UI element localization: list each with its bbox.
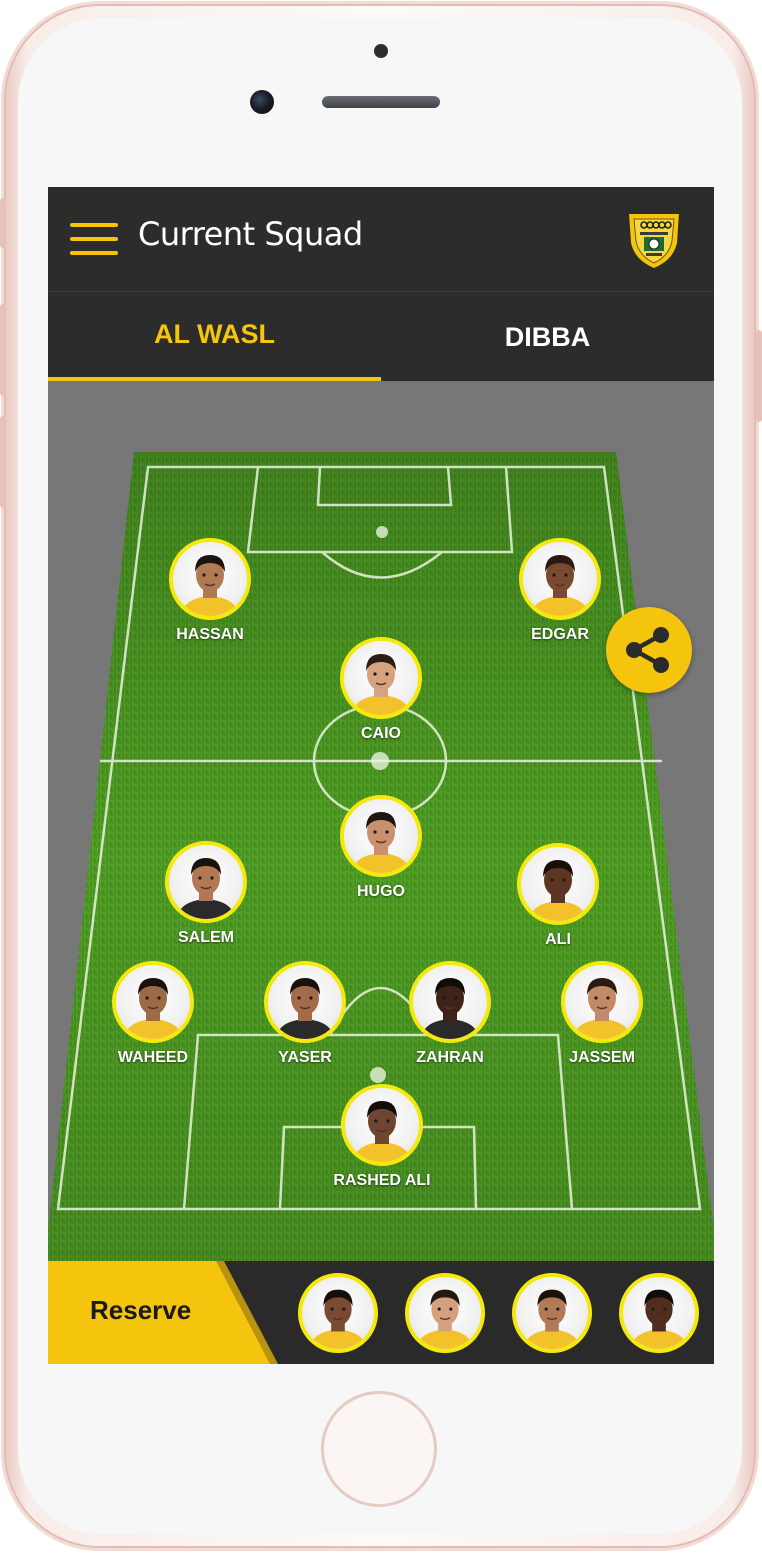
player-photo [264, 961, 346, 1043]
player-name: HASSAN [176, 626, 244, 643]
app-screen: Current Squad AL WASL DIBBA HASSAN EDGAR… [48, 187, 714, 1364]
reserve-player-4[interactable] [619, 1273, 699, 1353]
app-bar: Current Squad [48, 187, 714, 291]
player-caio[interactable]: CAIO [301, 637, 461, 743]
phone-mute-switch [0, 198, 6, 248]
phone-speaker [322, 96, 440, 108]
player-edgar[interactable]: EDGAR [480, 538, 640, 644]
hamburger-menu-icon[interactable] [70, 221, 120, 257]
portrait-icon [177, 858, 235, 919]
player-photo [169, 538, 251, 620]
player-jassem[interactable]: JASSEM [522, 961, 682, 1067]
tab-al-wasl[interactable]: AL WASL [48, 292, 381, 382]
page-title: Current Squad [138, 215, 363, 253]
portrait-icon [416, 1289, 474, 1349]
player-yaser[interactable]: YASER [225, 961, 385, 1067]
phone-volume-up [0, 304, 6, 396]
portrait-icon [181, 555, 239, 616]
player-name: WAHEED [117, 1049, 189, 1066]
reserve-bar: Reserve [48, 1261, 714, 1364]
portrait-icon [630, 1289, 688, 1349]
reserve-player-1[interactable] [298, 1273, 378, 1353]
pitch-area: HASSAN EDGAR CAIO HUGO SALEM ALI WAHEED [48, 381, 714, 1261]
portrait-icon [352, 654, 410, 715]
club-crest-logo [626, 212, 682, 271]
player-name: YASER [278, 1049, 332, 1066]
player-photo [561, 961, 643, 1043]
player-name: SALEM [178, 929, 234, 946]
player-photo [409, 961, 491, 1043]
reserve-player-2[interactable] [405, 1273, 485, 1353]
reserve-player-3[interactable] [512, 1273, 592, 1353]
portrait-icon [529, 860, 587, 921]
player-name: ALI [545, 931, 571, 948]
portrait-icon [353, 1101, 411, 1162]
player-waheed[interactable]: WAHEED [73, 961, 233, 1067]
player-photo [340, 637, 422, 719]
player-zahran[interactable]: ZAHRAN [370, 961, 530, 1067]
portrait-icon [276, 978, 334, 1039]
player-photo [112, 961, 194, 1043]
phone-sensor [374, 44, 388, 58]
player-ali[interactable]: ALI [478, 843, 638, 949]
portrait-icon [421, 978, 479, 1039]
tab-dibba[interactable]: DIBBA [381, 292, 714, 382]
reserve-label[interactable]: Reserve [90, 1295, 191, 1326]
portrait-icon [573, 978, 631, 1039]
player-name: EDGAR [531, 626, 589, 643]
player-photo [517, 843, 599, 925]
player-rashed-ali[interactable]: RASHED ALI [302, 1084, 462, 1190]
portrait-icon [309, 1289, 367, 1349]
portrait-icon [523, 1289, 581, 1349]
player-photo [165, 841, 247, 923]
player-salem[interactable]: SALEM [126, 841, 286, 947]
player-photo [341, 1084, 423, 1166]
player-photo [340, 795, 422, 877]
phone-power-button [756, 330, 762, 422]
team-tabs: AL WASL DIBBA [48, 291, 714, 382]
player-hugo[interactable]: HUGO [301, 795, 461, 901]
player-name: RASHED ALI [333, 1172, 431, 1189]
player-name: HUGO [357, 883, 405, 900]
portrait-icon [352, 812, 410, 873]
phone-volume-down [0, 416, 6, 508]
player-photo [519, 538, 601, 620]
player-name: ZAHRAN [416, 1049, 484, 1066]
phone-home-button[interactable] [321, 1391, 437, 1507]
player-name: CAIO [361, 725, 401, 742]
player-hassan[interactable]: HASSAN [130, 538, 290, 644]
portrait-icon [124, 978, 182, 1039]
portrait-icon [531, 555, 589, 616]
player-name: JASSEM [569, 1049, 635, 1066]
phone-front-camera [250, 90, 274, 114]
